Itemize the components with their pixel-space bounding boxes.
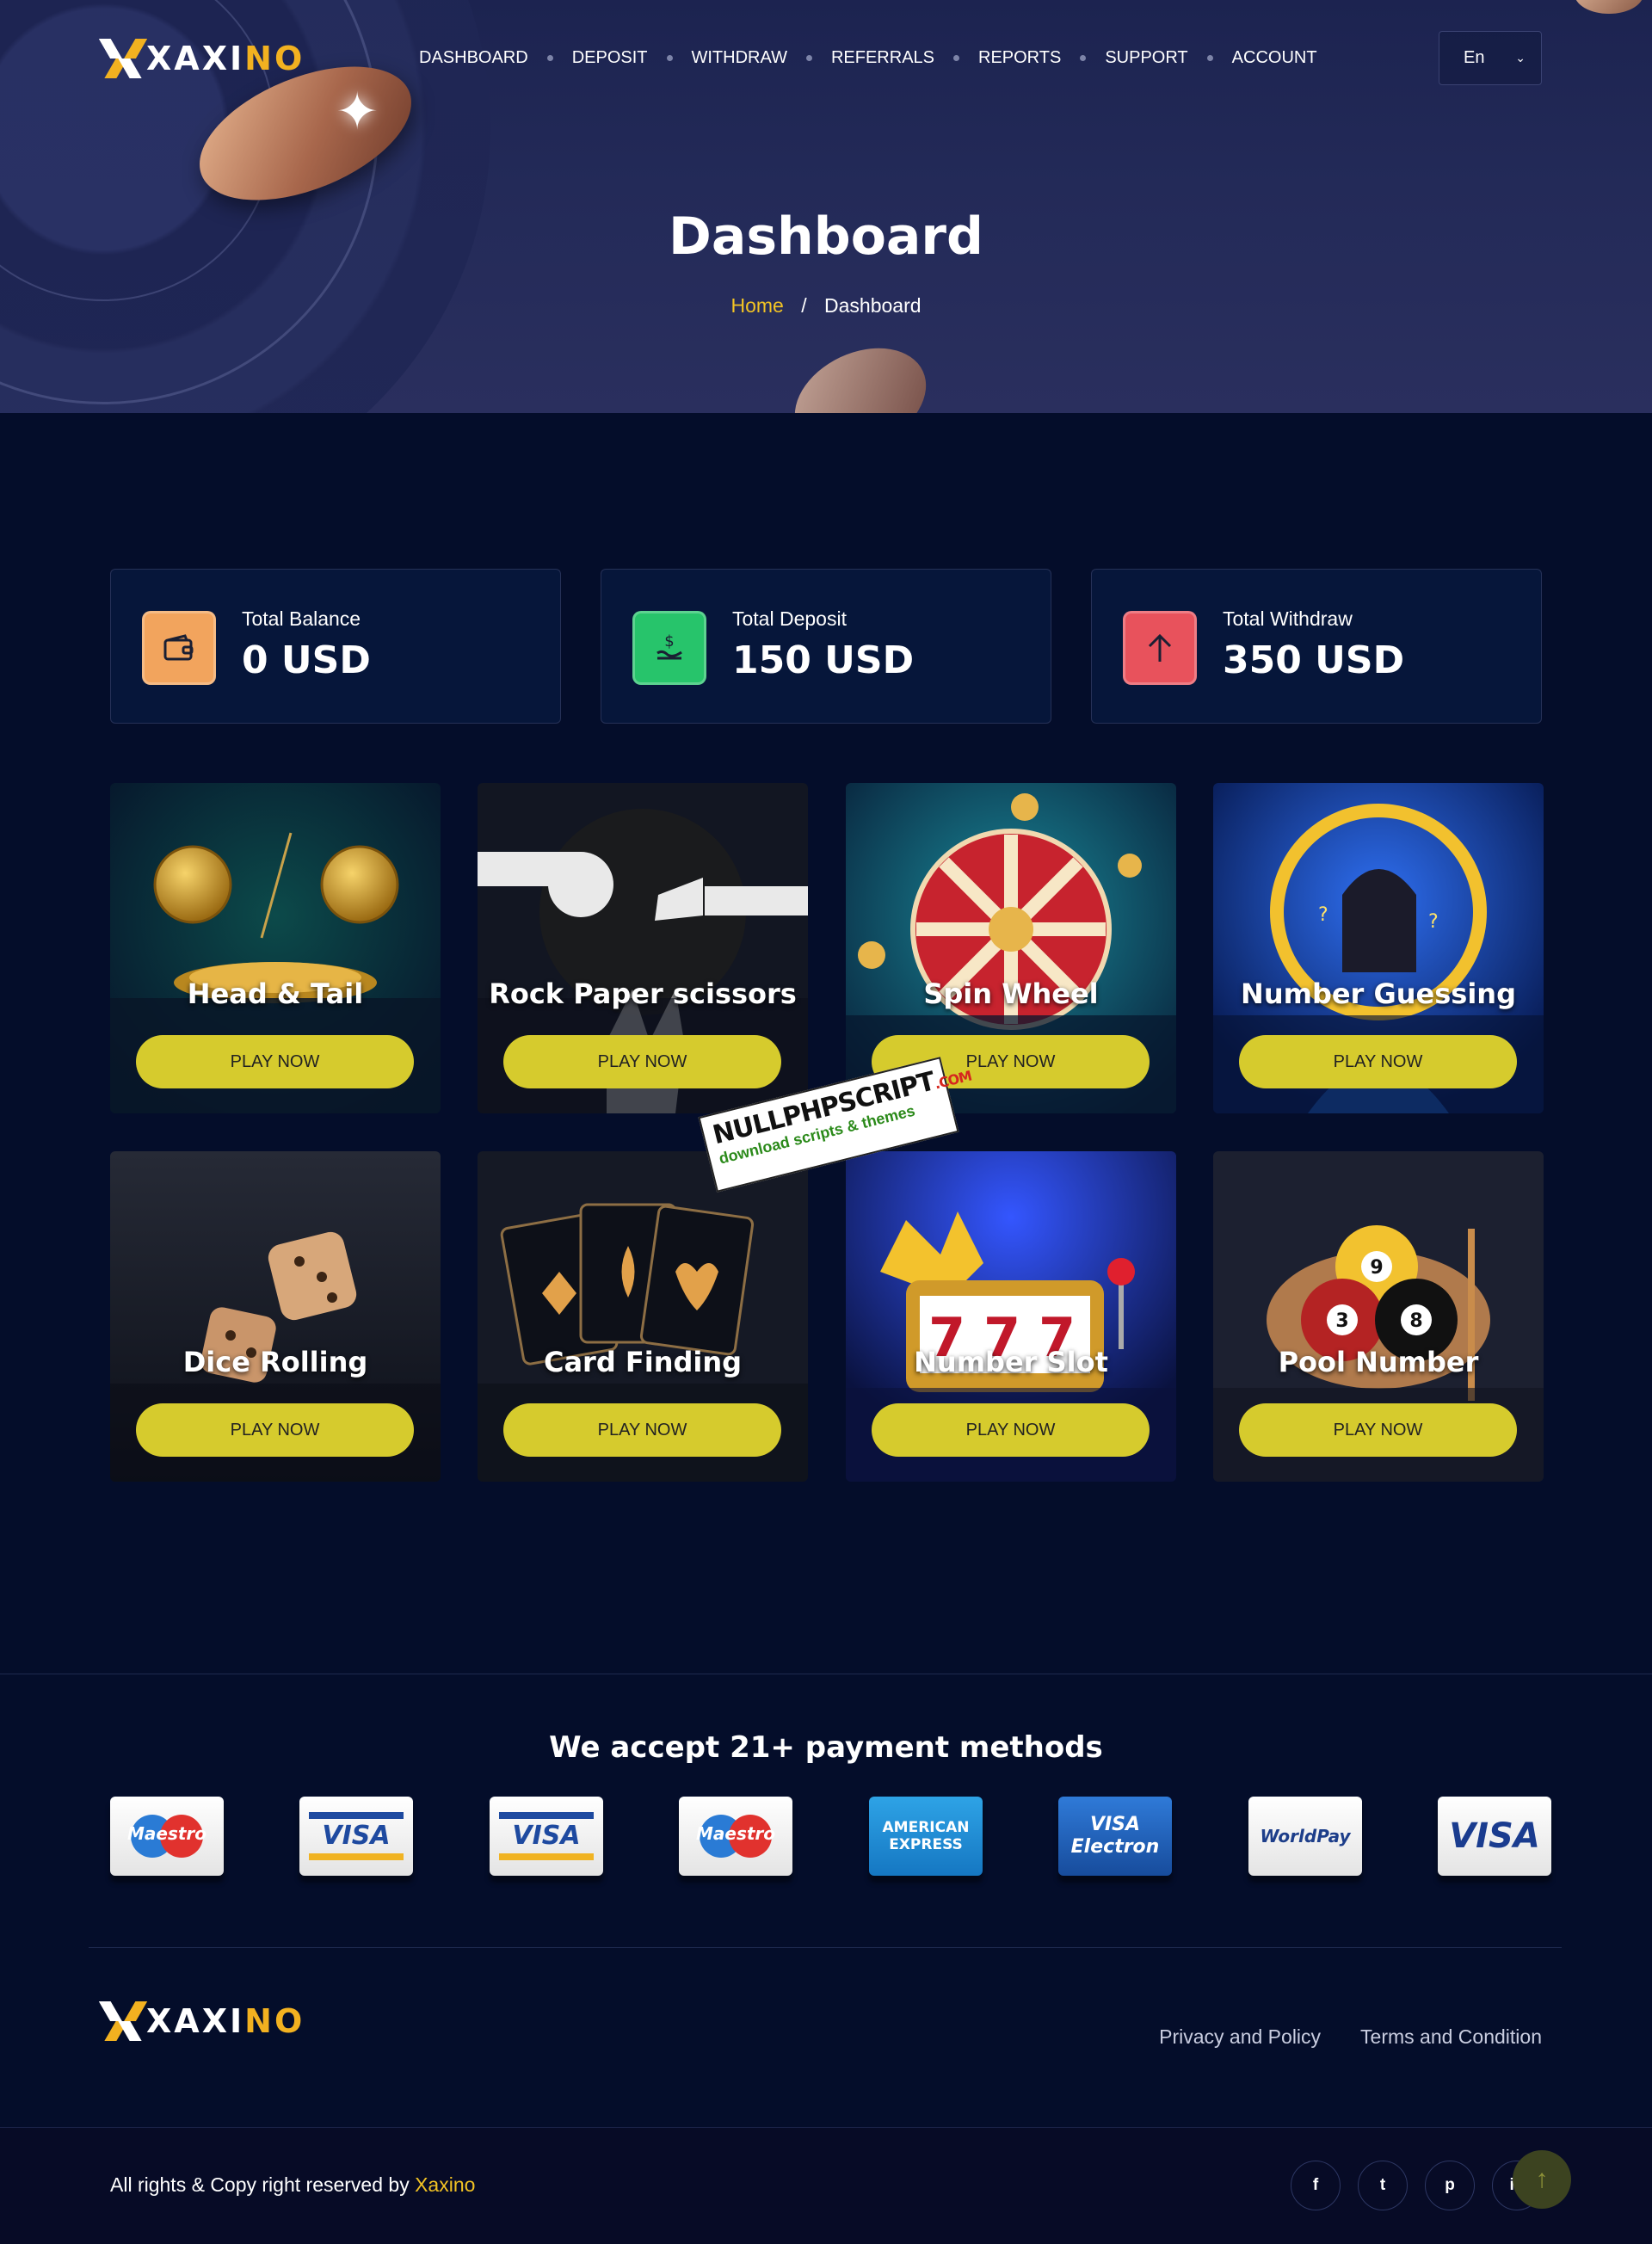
american-express-logo: AMERICAN EXPRESS [869, 1797, 983, 1876]
svg-text:$: $ [664, 632, 674, 650]
stat-value: 0 USD [242, 638, 371, 682]
menu-separator-dot [546, 55, 553, 61]
bottom-bar: All rights & Copy right reserved by Xaxi… [0, 2127, 1652, 2244]
play-now-button[interactable]: PLAY NOW [136, 1035, 414, 1088]
stat-label: Total Balance [242, 607, 361, 630]
worldpay-logo: WorldPay [1248, 1797, 1362, 1876]
maestro-logo: Maestro [110, 1797, 224, 1876]
game-card-rock-paper-scissors[interactable]: Rock Paper scissors PLAY NOW [478, 783, 808, 1113]
stat-label: Total Deposit [732, 607, 847, 630]
stat-label: Total Withdraw [1223, 607, 1353, 630]
svg-text:3: 3 [1335, 1310, 1348, 1332]
nav-dashboard[interactable]: DASHBOARD [419, 48, 528, 68]
nav-support[interactable]: SUPPORT [1105, 48, 1187, 68]
svg-text:?: ? [1318, 904, 1328, 926]
play-now-button[interactable]: PLAY NOW [1239, 1403, 1517, 1457]
svg-text:9: 9 [1370, 1257, 1383, 1279]
terms-condition-link[interactable]: Terms and Condition [1360, 2025, 1542, 2049]
payment-methods-title: We accept 21+ payment methods [549, 1730, 1103, 1765]
nav-reports[interactable]: REPORTS [978, 48, 1061, 68]
menu-separator-dot [1080, 55, 1087, 61]
stat-value: 350 USD [1223, 638, 1405, 682]
stat-card-balance: Total Balance 0 USD [110, 569, 561, 724]
menu-separator-dot [1206, 55, 1213, 61]
game-card-spin-wheel[interactable]: Spin Wheel PLAY NOW [846, 783, 1176, 1113]
visa-logo: VISA [1438, 1797, 1551, 1876]
page-title: Dashboard [669, 207, 983, 267]
svg-text:8: 8 [1409, 1310, 1422, 1332]
breadcrumb-current: Dashboard [824, 294, 922, 317]
game-title: Pool Number [1278, 1346, 1479, 1378]
hero-banner: ✦ XAXINO DASHBOARD DEPOSIT WITHDRAW REFE… [0, 0, 1652, 413]
game-title: Card Finding [543, 1346, 743, 1378]
nav-referrals[interactable]: REFERRALS [831, 48, 934, 68]
breadcrumb-separator: / [801, 294, 807, 317]
logo-text: XAXINO [146, 2002, 305, 2040]
copyright-text: All rights & Copy right reserved by Xaxi… [110, 2173, 476, 2196]
play-now-button[interactable]: PLAY NOW [136, 1403, 414, 1457]
game-card-pool-number[interactable]: 9 3 8 Pool Number PLAY NOW [1213, 1151, 1544, 1482]
breadcrumb: Home / Dashboard [0, 294, 1652, 317]
stat-value: 150 USD [732, 638, 915, 682]
game-card-card-finding[interactable]: Card Finding PLAY NOW [478, 1151, 808, 1482]
visa-electron-logo: VISA Electron [1058, 1797, 1172, 1876]
visa-logo: VISA [299, 1797, 413, 1876]
chevron-down-icon: ⌄ [1515, 51, 1526, 65]
stat-card-deposit: $ Total Deposit 150 USD [601, 569, 1051, 724]
game-title: Rock Paper scissors [489, 977, 797, 1010]
game-card-dice-rolling[interactable]: Dice Rolling PLAY NOW [110, 1151, 441, 1482]
twitter-icon[interactable]: t [1358, 2161, 1408, 2210]
game-card-head-tail[interactable]: Head & Tail PLAY NOW [110, 783, 441, 1113]
game-title: Head & Tail [187, 977, 364, 1010]
language-value: En [1464, 48, 1485, 67]
footer-divider [89, 1947, 1562, 1948]
game-card-number-slot[interactable]: 777 Number Slot PLAY NOW [846, 1151, 1176, 1482]
game-title: Dice Rolling [182, 1346, 368, 1378]
top-navbar: XAXINO DASHBOARD DEPOSIT WITHDRAW REFERR… [0, 0, 1652, 117]
copyright-brand-link[interactable]: Xaxino [415, 2173, 475, 2196]
logo-mark-icon [110, 2001, 141, 2041]
casino-chip-decoration [778, 328, 943, 413]
menu-separator-dot [666, 55, 673, 61]
game-title: Spin Wheel [923, 977, 1099, 1010]
main-menu: DASHBOARD DEPOSIT WITHDRAW REFERRALS REP… [419, 48, 1317, 68]
nav-account[interactable]: ACCOUNT [1232, 48, 1317, 68]
deposit-icon: $ [632, 611, 706, 685]
facebook-icon[interactable]: f [1291, 2161, 1341, 2210]
svg-text:?: ? [1428, 911, 1439, 933]
footer-links: Privacy and Policy Terms and Condition [1119, 2025, 1542, 2049]
menu-separator-dot [805, 55, 812, 61]
stats-row: Total Balance 0 USD $ Total Deposit 150 … [110, 569, 1542, 724]
maestro-logo: Maestro [679, 1797, 792, 1876]
play-now-button[interactable]: PLAY NOW [872, 1403, 1150, 1457]
nav-withdraw[interactable]: WITHDRAW [692, 48, 787, 68]
play-now-button[interactable]: PLAY NOW [1239, 1035, 1517, 1088]
scroll-to-top-button[interactable]: ↑ [1513, 2150, 1571, 2209]
play-now-button[interactable]: PLAY NOW [503, 1035, 781, 1088]
wallet-icon [142, 611, 216, 685]
footer-logo[interactable]: XAXINO [110, 2001, 305, 2041]
game-title: Number Slot [914, 1346, 1108, 1378]
menu-separator-dot [953, 55, 959, 61]
payment-methods-section: We accept 21+ payment methods Maestro VI… [0, 1674, 1652, 2125]
game-title: Number Guessing [1241, 977, 1516, 1010]
play-now-button[interactable]: PLAY NOW [503, 1403, 781, 1457]
privacy-policy-link[interactable]: Privacy and Policy [1159, 2025, 1321, 2049]
stat-card-withdraw: Total Withdraw 350 USD [1091, 569, 1542, 724]
logo-text: XAXINO [146, 40, 305, 77]
pinterest-icon[interactable]: p [1425, 2161, 1475, 2210]
arrow-up-icon [1123, 611, 1197, 685]
logo-mark-icon [110, 39, 141, 78]
payment-logos-row: Maestro VISA VISA Maestro AMERICAN EXPRE… [110, 1797, 1552, 1891]
nav-deposit[interactable]: DEPOSIT [572, 48, 648, 68]
site-logo[interactable]: XAXINO [110, 38, 305, 79]
visa-logo: VISA [490, 1797, 603, 1876]
breadcrumb-home-link[interactable]: Home [730, 294, 783, 317]
language-select[interactable]: En ⌄ [1439, 31, 1542, 85]
game-card-number-guessing[interactable]: ? ? Number Guessing PLAY NOW [1213, 783, 1544, 1113]
